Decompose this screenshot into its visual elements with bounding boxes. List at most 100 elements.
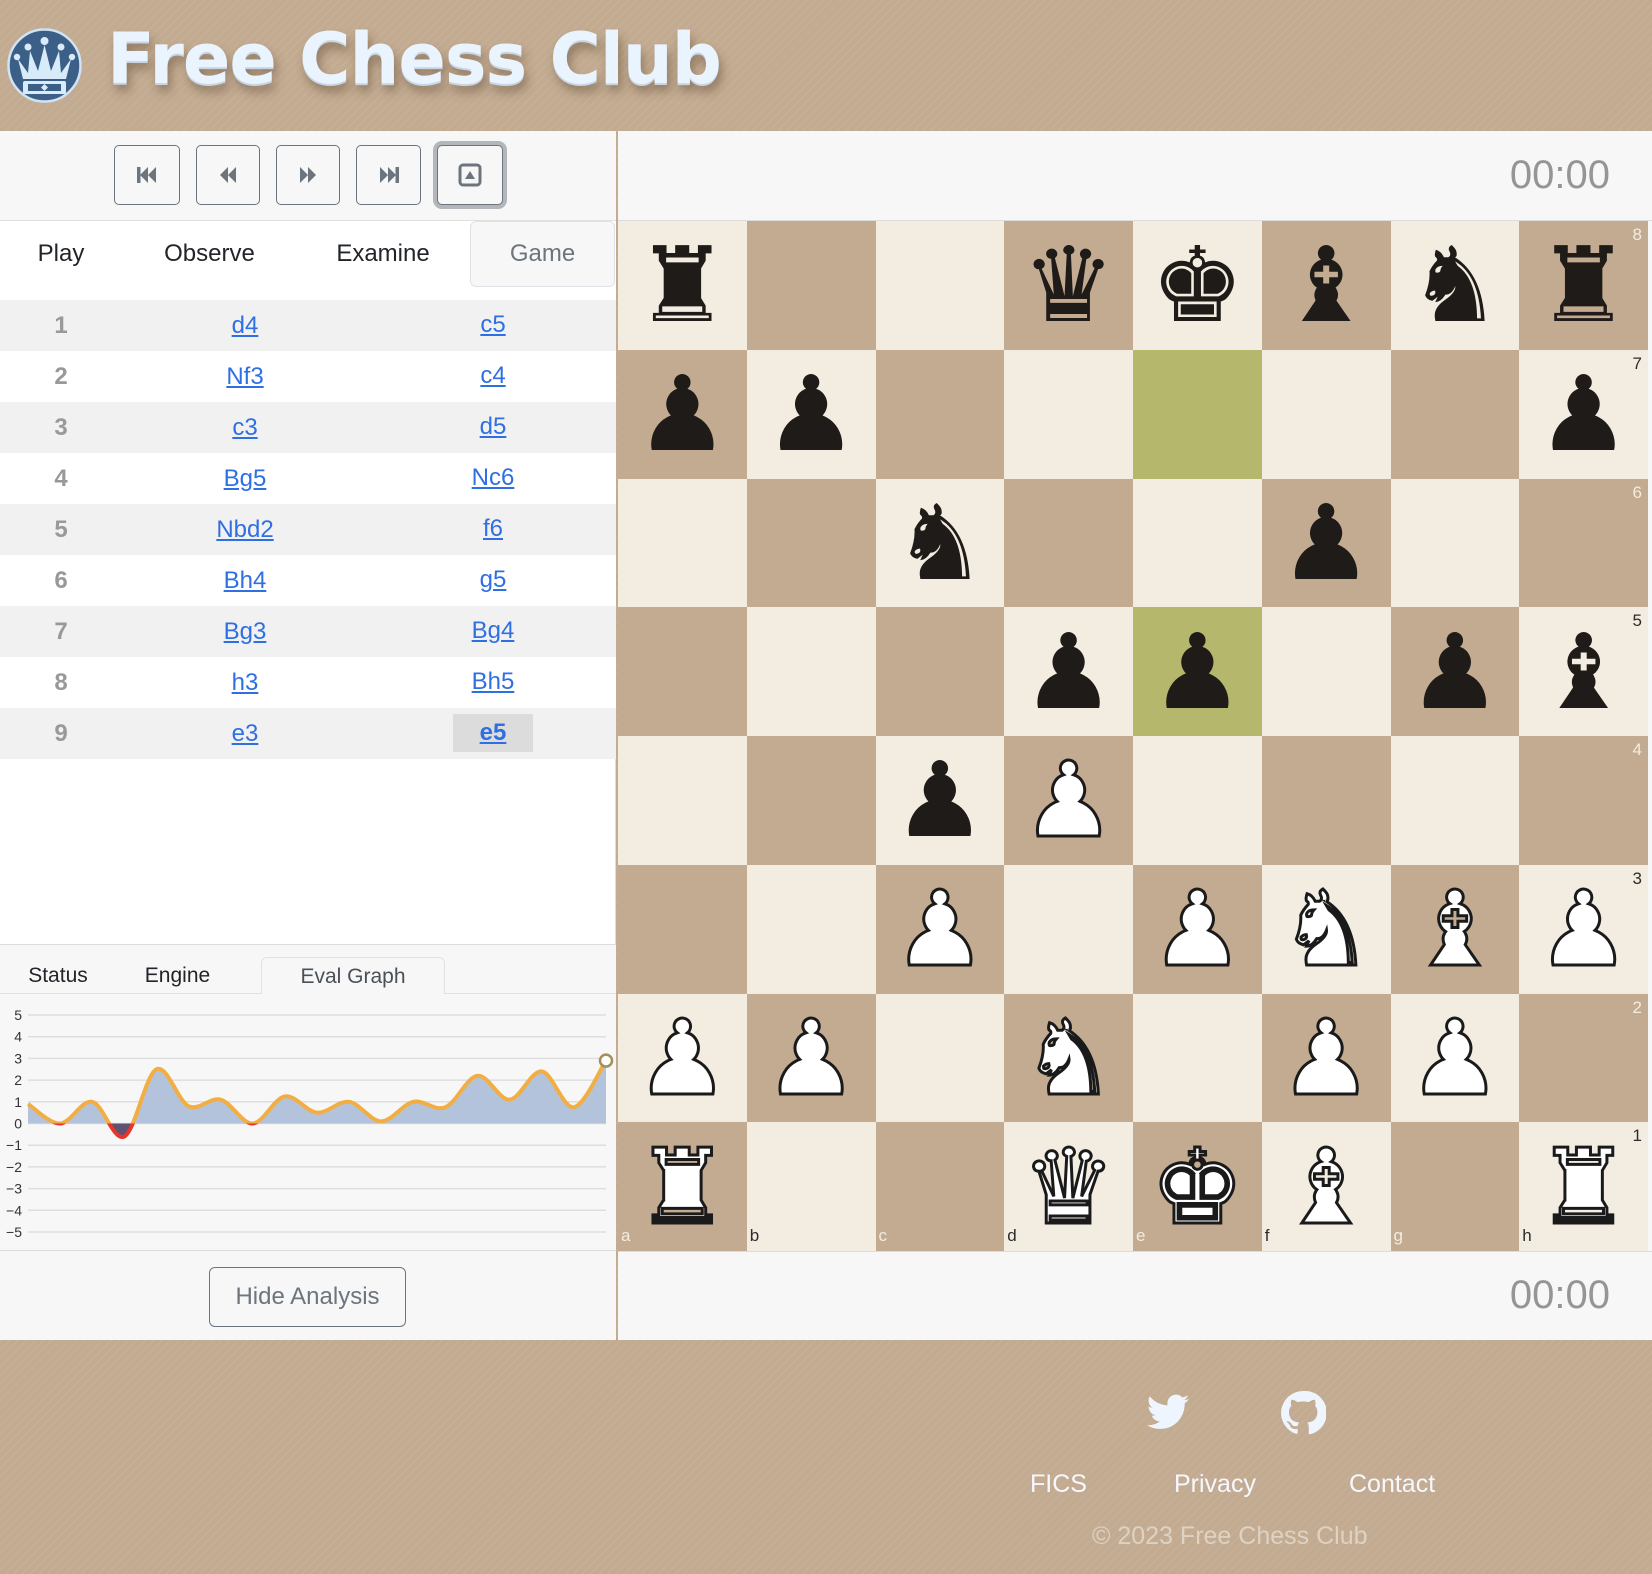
- first-move-button[interactable]: [114, 145, 180, 205]
- black-move-link[interactable]: Bg4: [453, 612, 533, 650]
- black-king-icon[interactable]: ♚: [1151, 233, 1244, 337]
- square-f7[interactable]: [1261, 349, 1391, 479]
- square-d5[interactable]: ♟: [1004, 607, 1133, 736]
- square-c2[interactable]: [875, 993, 1005, 1123]
- square-e4[interactable]: [1133, 736, 1262, 865]
- black-pawn-icon[interactable]: ♟: [1151, 620, 1244, 724]
- white-move-link[interactable]: Bh4: [185, 567, 305, 595]
- black-rook-icon[interactable]: ♜: [1537, 233, 1630, 337]
- square-f5[interactable]: [1261, 607, 1391, 736]
- square-f8[interactable]: ♝: [1261, 221, 1391, 350]
- square-c3[interactable]: ♟: [875, 864, 1005, 994]
- square-f4[interactable]: [1261, 736, 1391, 865]
- square-c7[interactable]: [875, 349, 1005, 479]
- white-pawn-icon[interactable]: ♟: [1407, 1004, 1503, 1111]
- white-move-link[interactable]: d4: [185, 312, 305, 340]
- black-rook-icon[interactable]: ♜: [636, 233, 729, 337]
- white-pawn-icon[interactable]: ♟: [1535, 876, 1631, 983]
- eval-point[interactable]: [57, 1121, 63, 1127]
- black-pawn-icon[interactable]: ♟: [1280, 491, 1373, 595]
- square-h8[interactable]: ♜ 8: [1519, 221, 1648, 350]
- square-h6[interactable]: 6: [1519, 478, 1648, 608]
- square-c6[interactable]: ♞: [875, 478, 1005, 608]
- white-rook-icon[interactable]: ♜: [634, 1133, 730, 1240]
- square-d6[interactable]: [1004, 478, 1133, 608]
- footer-link-contact[interactable]: Contact: [1349, 1470, 1435, 1499]
- square-b5[interactable]: [746, 607, 876, 736]
- current-eval-marker[interactable]: [598, 1053, 614, 1068]
- square-a6[interactable]: [618, 478, 747, 608]
- eval-point[interactable]: [507, 1097, 513, 1103]
- eval-point[interactable]: [410, 1099, 416, 1105]
- black-move-link[interactable]: Nc6: [453, 459, 533, 497]
- eval-point[interactable]: [282, 1093, 288, 1099]
- white-move-link[interactable]: h3: [185, 669, 305, 697]
- flip-board-button[interactable]: [437, 145, 503, 205]
- black-move-link[interactable]: Bh5: [453, 663, 533, 701]
- tab-observe[interactable]: Observe: [122, 221, 297, 287]
- white-move-link[interactable]: c3: [185, 414, 305, 442]
- square-c5[interactable]: [875, 607, 1005, 736]
- square-h7[interactable]: ♟ 7: [1519, 349, 1648, 479]
- black-pawn-icon[interactable]: ♟: [765, 362, 858, 466]
- square-h1[interactable]: ♜ 1 h: [1519, 1122, 1648, 1251]
- black-bishop-icon[interactable]: ♝: [1280, 233, 1373, 337]
- eval-point[interactable]: [571, 1104, 577, 1110]
- square-e6[interactable]: [1133, 478, 1262, 608]
- square-f6[interactable]: ♟: [1261, 478, 1391, 608]
- square-a2[interactable]: ♟: [618, 993, 747, 1123]
- square-d8[interactable]: ♛: [1004, 221, 1133, 350]
- white-rook-icon[interactable]: ♜: [1535, 1133, 1631, 1240]
- tab-eval-graph[interactable]: Eval Graph: [261, 957, 445, 996]
- square-e8[interactable]: ♚: [1133, 221, 1262, 350]
- previous-move-button[interactable]: [196, 145, 260, 205]
- black-knight-icon[interactable]: ♞: [893, 491, 986, 595]
- square-g3[interactable]: ♝: [1390, 864, 1520, 994]
- square-b4[interactable]: [746, 736, 876, 865]
- square-d7[interactable]: [1004, 349, 1133, 479]
- black-move-link[interactable]: g5: [453, 561, 533, 599]
- square-e1[interactable]: ♚ e: [1133, 1122, 1262, 1251]
- square-g2[interactable]: ♟: [1390, 993, 1520, 1123]
- square-b1[interactable]: b: [746, 1122, 876, 1251]
- square-a8[interactable]: ♜: [618, 221, 747, 350]
- square-e3[interactable]: ♟: [1133, 864, 1262, 994]
- square-h5[interactable]: ♝ 5: [1519, 607, 1648, 736]
- eval-point[interactable]: [314, 1110, 320, 1116]
- square-g4[interactable]: [1390, 736, 1520, 865]
- site-title[interactable]: Free Chess Club: [107, 18, 722, 100]
- black-move-link[interactable]: f6: [453, 510, 533, 548]
- white-knight-icon[interactable]: ♞: [1020, 1004, 1116, 1111]
- black-bishop-icon[interactable]: ♝: [1537, 620, 1630, 724]
- black-pawn-icon[interactable]: ♟: [1408, 620, 1501, 724]
- black-move-link[interactable]: c5: [453, 306, 533, 344]
- square-f1[interactable]: ♝ f: [1261, 1122, 1391, 1251]
- black-pawn-icon[interactable]: ♟: [893, 748, 986, 852]
- tab-play[interactable]: Play: [0, 221, 122, 287]
- black-pawn-icon[interactable]: ♟: [636, 362, 729, 466]
- tab-status[interactable]: Status: [10, 957, 106, 995]
- square-c8[interactable]: [875, 221, 1005, 350]
- white-pawn-icon[interactable]: ♟: [1149, 876, 1245, 983]
- square-h4[interactable]: 4: [1519, 736, 1648, 865]
- white-pawn-icon[interactable]: ♟: [634, 1004, 730, 1111]
- square-e5[interactable]: ♟: [1133, 607, 1262, 736]
- eval-point[interactable]: [250, 1121, 256, 1127]
- square-a1[interactable]: ♜ a: [618, 1122, 747, 1251]
- black-pawn-icon[interactable]: ♟: [1022, 620, 1115, 724]
- twitter-icon[interactable]: [1145, 1390, 1191, 1436]
- square-g7[interactable]: [1390, 349, 1520, 479]
- white-pawn-icon[interactable]: ♟: [763, 1004, 859, 1111]
- white-move-link[interactable]: Bg5: [185, 465, 305, 493]
- current-move-link[interactable]: e5: [453, 714, 533, 752]
- eval-point[interactable]: [475, 1073, 481, 1079]
- black-move-link[interactable]: d5: [453, 408, 533, 446]
- square-g5[interactable]: ♟: [1390, 607, 1520, 736]
- eval-point[interactable]: [539, 1068, 545, 1074]
- white-bishop-icon[interactable]: ♝: [1278, 1133, 1374, 1240]
- eval-point[interactable]: [186, 1103, 192, 1109]
- square-a5[interactable]: [618, 607, 747, 736]
- eval-graph[interactable]: 5 4 3 2 1 0 −1 −2 −3 −4 −5: [0, 994, 616, 1250]
- square-e2[interactable]: [1133, 993, 1262, 1123]
- eval-point[interactable]: [346, 1099, 352, 1105]
